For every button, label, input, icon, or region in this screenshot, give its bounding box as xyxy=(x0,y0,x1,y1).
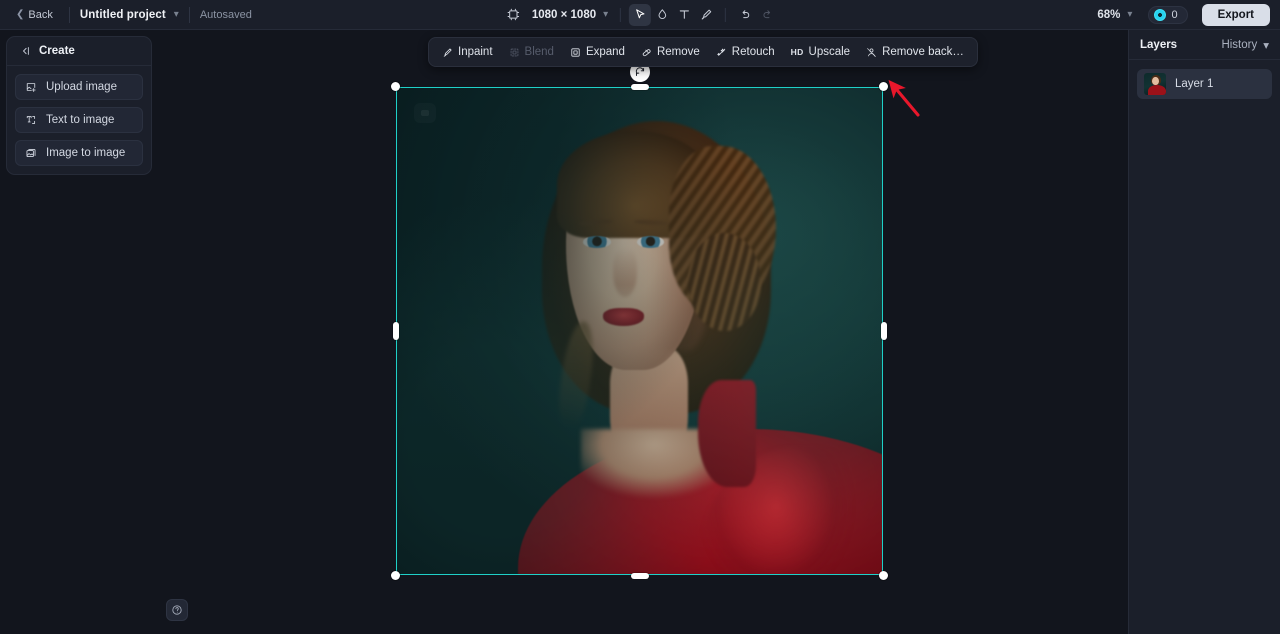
create-panel-items: Upload image Text to image Image to imag… xyxy=(7,66,151,166)
upscale-button[interactable]: HD Upscale xyxy=(783,42,858,62)
retouch-icon xyxy=(716,47,727,58)
back-button[interactable]: ❮ Back xyxy=(10,6,59,24)
brush-tool[interactable] xyxy=(695,4,717,26)
chevron-down-icon[interactable]: ▾ xyxy=(174,9,179,20)
history-toggle[interactable]: History ▾ xyxy=(1221,38,1269,52)
upscale-label: Upscale xyxy=(808,46,851,58)
retouch-label: Retouch xyxy=(731,46,775,58)
remove-background-icon xyxy=(866,47,877,58)
credits-badge[interactable]: 0 xyxy=(1148,5,1188,24)
resize-handle-top-left[interactable] xyxy=(391,82,400,91)
collapse-panel-icon[interactable] xyxy=(19,45,31,57)
layers-list: Layer 1 xyxy=(1129,60,1280,108)
upload-image-label: Upload image xyxy=(46,81,117,93)
image-editor-app: ❮ Back Untitled project ▾ Autosaved 1080… xyxy=(0,0,1280,634)
text-to-image-icon xyxy=(25,114,37,126)
chevron-down-icon: ▾ xyxy=(1263,39,1269,52)
eraser-tool[interactable] xyxy=(651,4,673,26)
zoom-level-label: 68% xyxy=(1097,8,1121,21)
project-name[interactable]: Untitled project xyxy=(80,9,166,21)
create-panel-title: Create xyxy=(39,45,75,57)
layers-panel-title: Layers xyxy=(1140,38,1178,51)
resize-handle-bottom[interactable] xyxy=(630,572,649,579)
retouch-button[interactable]: Retouch xyxy=(708,42,783,62)
remove-icon xyxy=(641,47,652,58)
layer-thumbnail xyxy=(1144,73,1166,95)
thumbnail-dress-shape xyxy=(1147,85,1166,95)
layers-panel-header: Layers History ▾ xyxy=(1129,30,1280,60)
canvas-size-label: 1080 × 1080 xyxy=(531,8,597,21)
export-button[interactable]: Export xyxy=(1201,3,1270,26)
context-toolbar: Inpaint Blend Expand Remove Retouch HD U… xyxy=(428,37,978,67)
divider xyxy=(725,7,727,22)
inpaint-button[interactable]: Inpaint xyxy=(434,42,501,62)
upload-image-button[interactable]: Upload image xyxy=(15,74,143,100)
text-to-image-label: Text to image xyxy=(46,114,115,126)
chevron-down-icon[interactable]: ▾ xyxy=(1127,9,1132,20)
image-to-image-button[interactable]: Image to image xyxy=(15,140,143,166)
image-to-image-label: Image to image xyxy=(46,147,126,159)
expand-icon xyxy=(570,47,581,58)
text-to-image-button[interactable]: Text to image xyxy=(15,107,143,133)
chevron-down-icon[interactable]: ▾ xyxy=(603,9,608,20)
resize-handle-top[interactable] xyxy=(630,83,649,90)
chevron-left-icon: ❮ xyxy=(16,8,25,20)
select-tool[interactable] xyxy=(629,3,652,26)
text-tool[interactable] xyxy=(673,4,695,26)
layer-name: Layer 1 xyxy=(1175,78,1214,90)
thumbnail-face-shape xyxy=(1151,76,1159,86)
credits-count: 0 xyxy=(1171,8,1178,21)
remove-label: Remove xyxy=(656,46,700,58)
redo-button[interactable] xyxy=(756,4,778,26)
autosaved-status: Autosaved xyxy=(199,8,252,21)
resize-handle-right[interactable] xyxy=(880,322,887,340)
divider xyxy=(620,7,622,22)
expand-label: Expand xyxy=(585,46,625,58)
blend-label: Blend xyxy=(524,46,554,58)
layers-panel: Layers History ▾ Layer 1 xyxy=(1128,30,1280,634)
selection-outline xyxy=(396,87,883,575)
resize-handle-bottom-right[interactable] xyxy=(879,571,888,580)
top-bar-right: 68% ▾ 0 Export xyxy=(1097,0,1270,30)
artboard-icon[interactable] xyxy=(502,4,524,26)
resize-handle-top-right[interactable] xyxy=(879,82,888,91)
divider xyxy=(68,6,70,23)
selection-frame[interactable] xyxy=(391,62,888,580)
image-to-image-icon xyxy=(25,147,37,159)
divider xyxy=(188,6,190,23)
top-bar-left: ❮ Back Untitled project ▾ Autosaved xyxy=(0,6,252,24)
blend-icon xyxy=(509,47,520,58)
help-button[interactable] xyxy=(166,599,188,621)
hd-icon: HD xyxy=(790,47,804,57)
inpaint-label: Inpaint xyxy=(458,46,493,58)
upload-image-icon xyxy=(25,81,37,93)
layer-row[interactable]: Layer 1 xyxy=(1137,69,1272,99)
remove-background-button[interactable]: Remove back… xyxy=(858,42,972,62)
top-bar-tools: 1080 × 1080 ▾ xyxy=(502,0,778,30)
history-label: History xyxy=(1221,38,1258,51)
resize-handle-left[interactable] xyxy=(392,322,399,340)
blend-button[interactable]: Blend xyxy=(501,42,562,62)
create-panel: Create Upload image Text to image Image … xyxy=(6,36,152,175)
undo-button[interactable] xyxy=(734,4,756,26)
coin-icon xyxy=(1154,8,1167,21)
create-panel-header: Create xyxy=(7,37,151,66)
expand-button[interactable]: Expand xyxy=(562,42,633,62)
inpaint-icon xyxy=(442,47,453,58)
remove-background-label: Remove back… xyxy=(882,46,964,58)
back-button-label: Back xyxy=(28,8,53,21)
top-bar: ❮ Back Untitled project ▾ Autosaved 1080… xyxy=(0,0,1280,30)
resize-handle-bottom-left[interactable] xyxy=(391,571,400,580)
remove-button[interactable]: Remove xyxy=(633,42,708,62)
canvas-area[interactable]: Inpaint Blend Expand Remove Retouch HD U… xyxy=(152,30,1128,634)
